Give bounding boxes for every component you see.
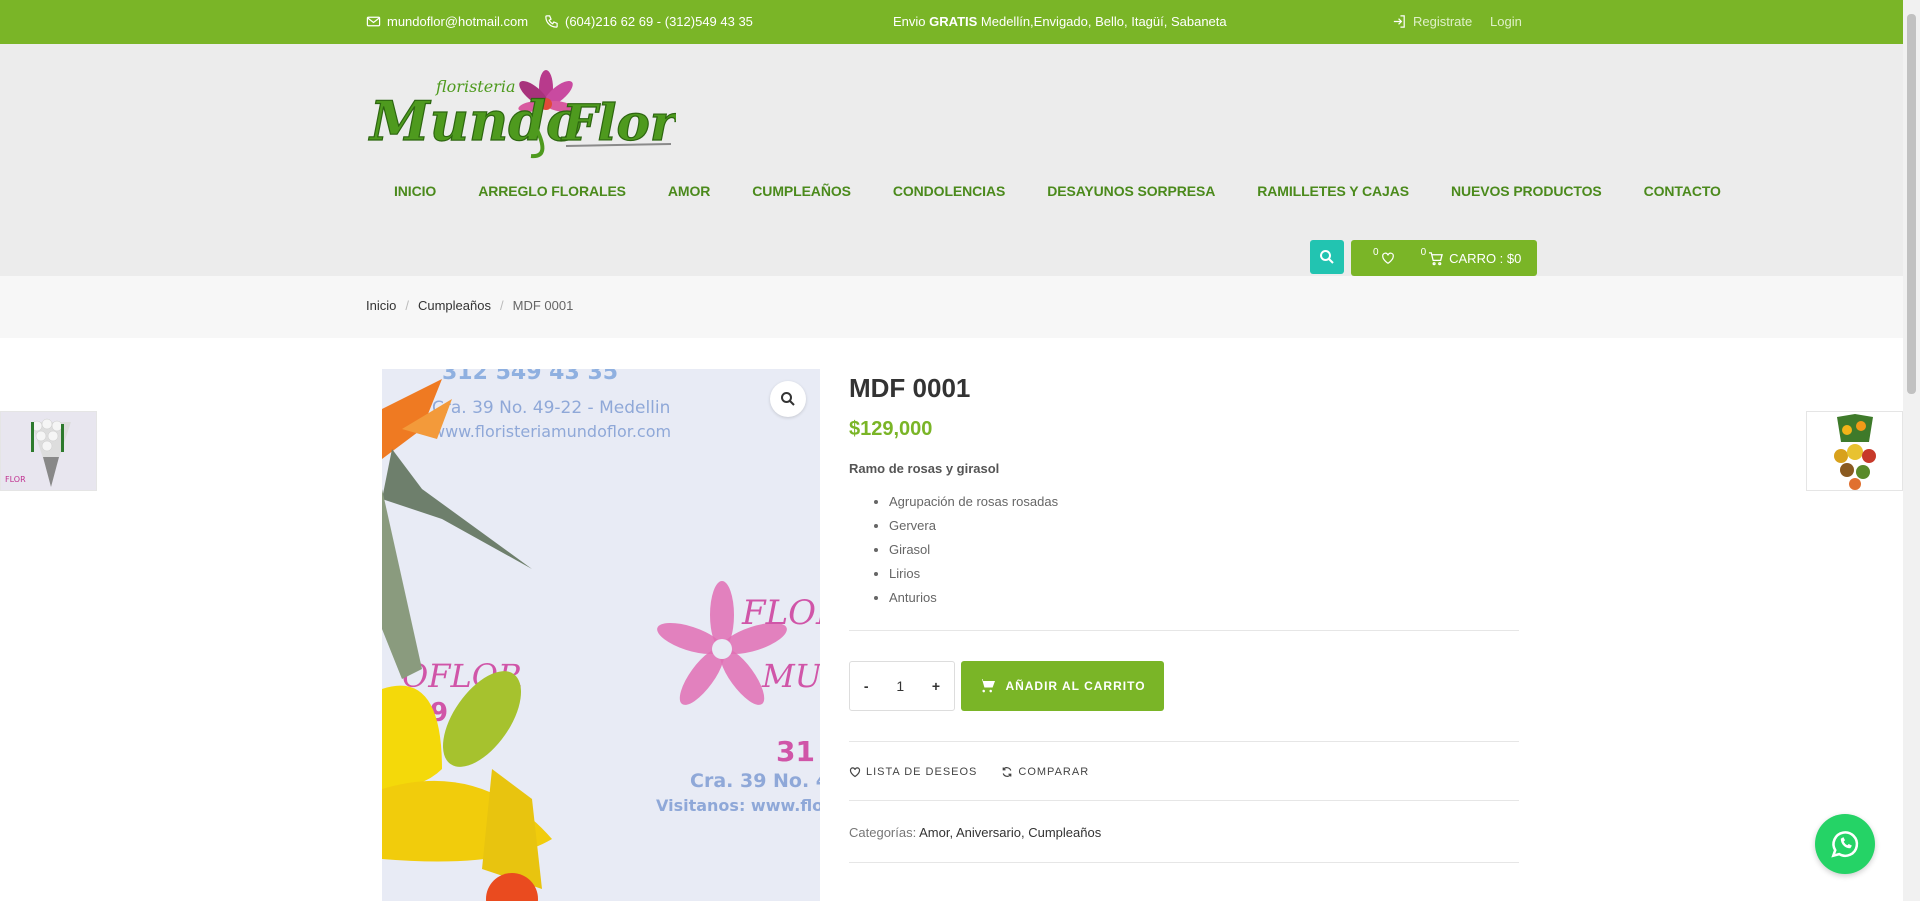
- login-text: Login: [1490, 14, 1522, 29]
- nav-amor[interactable]: AMOR: [640, 183, 724, 199]
- image-text-brand-c: MU: [761, 657, 820, 695]
- phone-text: (604)216 62 69 - (312)549 43 35: [565, 14, 753, 29]
- divider: [849, 862, 1519, 863]
- contact-phone[interactable]: (604)216 62 69 - (312)549 43 35: [544, 14, 753, 29]
- login-icon: [1393, 15, 1405, 28]
- breadcrumb: Inicio / Cumpleaños / MDF 0001: [0, 276, 1903, 338]
- nav-contacto[interactable]: CONTACTO: [1616, 183, 1735, 199]
- svg-text:FLOR: FLOR: [5, 475, 26, 484]
- scrollbar-thumb[interactable]: [1907, 14, 1916, 394]
- add-to-cart-button[interactable]: AÑADIR AL CARRITO: [961, 661, 1164, 711]
- shipping-cities: Medellín,Envigado, Bello, Itagüí, Sabane…: [977, 14, 1227, 29]
- whatsapp-button[interactable]: [1815, 814, 1875, 874]
- product-actions: LISTA DE DESEOS COMPARAR: [849, 766, 1519, 778]
- feature-item: Agrupación de rosas rosadas: [889, 490, 1519, 514]
- feature-item: Anturios: [889, 586, 1519, 610]
- logo-graphic: Mundo Flor floristeria: [367, 70, 680, 159]
- breadcrumb-home[interactable]: Inicio: [366, 298, 396, 313]
- zoom-button[interactable]: [770, 381, 806, 417]
- image-text-address: Cra. 39 No. 49-22 - Medellin: [432, 398, 670, 418]
- add-to-cart-row: - 1 + AÑADIR AL CARRITO: [849, 661, 1519, 711]
- quantity-input[interactable]: 1: [896, 678, 904, 694]
- shipping-notice: Envio GRATIS Medellín,Envigado, Bello, I…: [893, 14, 1227, 29]
- register-text: Registrate: [1413, 14, 1473, 29]
- cart-button[interactable]: 0 0 CARRO : $0: [1351, 240, 1537, 276]
- wishlist-count: 0: [1373, 246, 1379, 258]
- quantity-stepper: - 1 +: [849, 661, 955, 711]
- nav-nuevos-productos[interactable]: NUEVOS PRODUCTOS: [1423, 183, 1616, 199]
- categories-links[interactable]: Amor, Aniversario, Cumpleaños: [919, 825, 1101, 840]
- heart-icon: [1381, 252, 1394, 264]
- cart-icon: [979, 679, 996, 693]
- divider: [849, 741, 1519, 742]
- image-text-brand-a: FLORIS: [741, 593, 820, 633]
- product-description: Ramo de rosas y girasol: [849, 461, 1000, 476]
- search-icon: [1320, 250, 1334, 264]
- divider: [849, 630, 1519, 631]
- cart-label: CARRO : $0: [1449, 250, 1522, 266]
- image-text-address2: Cra. 39 No. 4: [690, 770, 820, 792]
- product-photo: 312 549 43 35 Cra. 39 No. 49-22 - Medell…: [382, 369, 820, 901]
- prev-product-thumbnail[interactable]: FLOR: [0, 411, 97, 491]
- breadcrumb-separator: /: [499, 298, 504, 313]
- phone-icon: [545, 15, 558, 28]
- compare-label: COMPARAR: [1018, 766, 1090, 778]
- prev-product-image: FLOR: [1, 412, 96, 490]
- feature-item: Girasol: [889, 538, 1519, 562]
- mail-icon: [366, 16, 381, 27]
- cart-icon: [1429, 251, 1444, 265]
- search-button[interactable]: [1310, 240, 1344, 274]
- feature-item: Gervera: [889, 514, 1519, 538]
- svg-text:floristeria: floristeria: [435, 77, 515, 96]
- nav-arreglo-florales[interactable]: ARREGLO FLORALES: [450, 183, 640, 199]
- main-nav: INICIO ARREGLO FLORALES AMOR CUMPLEAÑOS …: [366, 183, 1735, 199]
- next-product-image: [1807, 412, 1902, 490]
- image-text-url: www.floristeriamundoflor.com: [432, 422, 671, 441]
- page-scrollbar[interactable]: [1903, 0, 1920, 901]
- feature-item: Lirios: [889, 562, 1519, 586]
- product-title: MDF 0001: [849, 373, 971, 403]
- shipping-free: GRATIS: [929, 14, 978, 29]
- contact-email[interactable]: mundoflor@hotmail.com: [366, 14, 528, 29]
- image-text-n1: 31: [776, 735, 815, 768]
- breadcrumb-separator: /: [405, 298, 409, 313]
- wishlist-button[interactable]: LISTA DE DESEOS: [849, 766, 977, 778]
- top-bar: mundoflor@hotmail.com (604)216 62 69 - (…: [0, 0, 1903, 44]
- product-price: $129,000: [849, 418, 933, 440]
- svg-text:Flor: Flor: [560, 93, 676, 152]
- product-features: Agrupación de rosas rosadas Gervera Gira…: [849, 490, 1519, 610]
- heart-icon: [849, 767, 861, 778]
- image-text-phone: 312 549 43 35: [442, 369, 618, 385]
- register-link[interactable]: Registrate: [1392, 14, 1472, 29]
- product-summary: MDF 0001 $129,000 Ramo de rosas y giraso…: [849, 369, 1519, 863]
- categories-label: Categorías:: [849, 825, 920, 840]
- shipping-prefix: Envio: [893, 14, 930, 29]
- nav-desayunos-sorpresa[interactable]: DESAYUNOS SORPRESA: [1019, 183, 1229, 199]
- nav-ramilletes-y-cajas[interactable]: RAMILLETES Y CAJAS: [1229, 183, 1423, 199]
- quantity-plus-button[interactable]: +: [932, 678, 940, 694]
- svg-text:Mundo: Mundo: [368, 89, 582, 153]
- product-image[interactable]: 312 549 43 35 Cra. 39 No. 49-22 - Medell…: [382, 369, 820, 901]
- wishlist-label: LISTA DE DESEOS: [866, 766, 978, 778]
- nav-condolencias[interactable]: CONDOLENCIAS: [865, 183, 1019, 199]
- site-header: Mundo Flor floristeria INICIO ARREGLO FL…: [0, 44, 1903, 276]
- whatsapp-icon: [1831, 831, 1859, 858]
- cart-count: 0: [1420, 246, 1427, 258]
- divider: [849, 800, 1519, 801]
- quantity-minus-button[interactable]: -: [864, 678, 869, 694]
- zoom-icon: [781, 392, 795, 406]
- product-categories: Categorías: Amor, Aniversario, Cumpleaño…: [849, 825, 1519, 840]
- breadcrumb-current: MDF 0001: [512, 298, 574, 313]
- email-text: mundoflor@hotmail.com: [387, 14, 529, 29]
- refresh-icon: [1003, 767, 1012, 777]
- login-link[interactable]: Login: [1490, 14, 1522, 29]
- breadcrumb-category[interactable]: Cumpleaños: [418, 298, 491, 313]
- nav-cumpleanos[interactable]: CUMPLEAÑOS: [724, 183, 865, 199]
- compare-button[interactable]: COMPARAR: [1001, 766, 1089, 778]
- image-text-visit: Visitanos: www.flor: [656, 796, 820, 815]
- add-to-cart-label: AÑADIR AL CARRITO: [1005, 679, 1146, 693]
- logo[interactable]: Mundo Flor floristeria: [366, 68, 680, 162]
- next-product-thumbnail[interactable]: [1806, 411, 1903, 491]
- nav-inicio[interactable]: INICIO: [366, 183, 450, 199]
